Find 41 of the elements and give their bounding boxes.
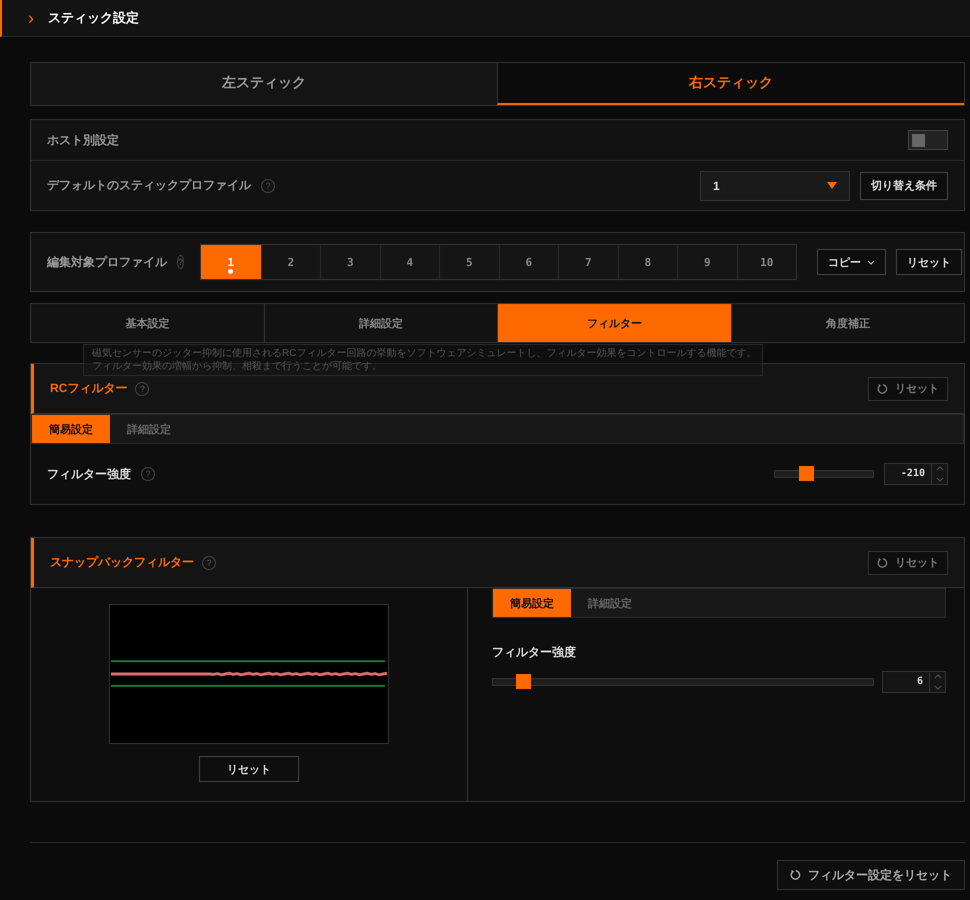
settings-tab[interactable]: 角度補正 xyxy=(730,304,964,342)
toggle-switch[interactable] xyxy=(908,130,948,150)
settings-tab[interactable]: 詳細設定 xyxy=(264,304,497,342)
reset-button[interactable]: リセット xyxy=(868,550,948,574)
refresh-icon xyxy=(877,556,889,568)
setting-label: フィルター強度 xyxy=(47,466,131,482)
mode-tab[interactable]: 詳細設定 xyxy=(110,415,188,443)
reset-filters-button[interactable]: フィルター設定をリセット xyxy=(777,860,965,890)
reset-button[interactable]: リセット xyxy=(868,376,948,400)
tooltip-text: 磁気センサーのジッター抑制に使用されるRCフィルター回路の挙動をソフトウェアシミュレートし、フィルター効果をコントロールする機能です。 xyxy=(92,347,754,360)
chevron: › xyxy=(28,9,34,27)
profile-dropdown[interactable]: 1 xyxy=(700,170,850,200)
setting-label: デフォルトのスティックプロファイル xyxy=(47,177,251,194)
switch-conditions-button[interactable]: 切り替え条件 xyxy=(860,172,948,200)
card-title: スナップバックフィルター xyxy=(50,554,194,571)
copy-button[interactable]: コピー xyxy=(817,249,886,275)
section-title: スティック設定 xyxy=(48,9,139,27)
settings-tab[interactable]: 基本設定 xyxy=(31,304,264,342)
card-title: RCフィルター xyxy=(50,380,128,397)
tooltip-text: フィルター効果の増幅から抑制、相殺まで行うことが可能です。 xyxy=(92,360,383,373)
refresh-icon xyxy=(790,869,802,881)
caret-icon xyxy=(867,260,876,264)
stick-tab[interactable]: 右スティック xyxy=(497,63,964,105)
reset-button[interactable]: リセット xyxy=(896,249,962,275)
slider-thumb[interactable] xyxy=(799,466,814,481)
number-field[interactable]: 6 xyxy=(882,671,946,693)
number-field[interactable]: -210 xyxy=(884,463,948,485)
profile-tab[interactable]: 1 xyxy=(201,245,261,279)
mode-tab[interactable]: 簡易設定 xyxy=(493,589,571,617)
section-header[interactable]: › スティック設定 xyxy=(0,0,970,37)
settings-tab[interactable]: フィルター xyxy=(497,304,730,342)
slider-thumb[interactable] xyxy=(516,674,532,689)
refresh-icon xyxy=(877,382,889,394)
mode-tab[interactable]: 詳細設定 xyxy=(571,589,649,617)
dropdown-caret-icon xyxy=(827,182,837,189)
setting-label: ホスト別設定 xyxy=(47,132,119,148)
setting-label: フィルター強度 xyxy=(492,644,577,661)
mode-tab[interactable]: 簡易設定 xyxy=(32,415,110,443)
graph-reset-button[interactable]: リセット xyxy=(199,756,299,782)
help-icon[interactable]: ? xyxy=(141,467,155,481)
setting-label: 編集対象プロファイル xyxy=(47,254,167,270)
